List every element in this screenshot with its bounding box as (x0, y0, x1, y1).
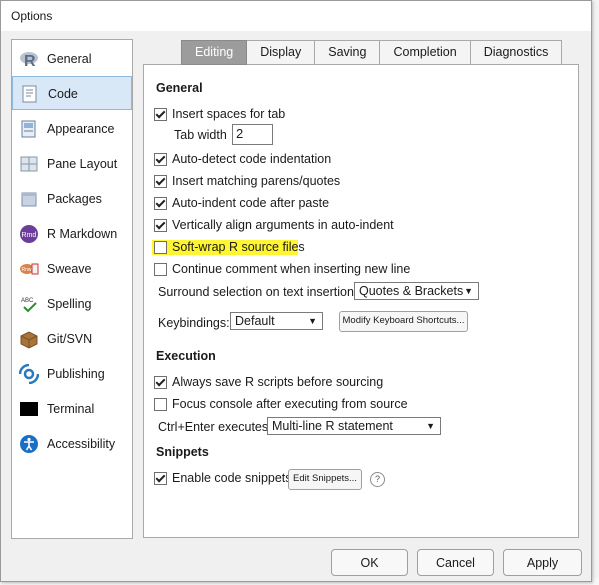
sidebar-item-terminal[interactable]: Terminal (12, 392, 132, 426)
general-heading: General (156, 81, 203, 95)
apply-button[interactable]: Apply (503, 549, 582, 576)
packages-icon (21, 192, 37, 207)
code-doc-icon (22, 85, 37, 103)
checkbox-box (154, 196, 167, 210)
tab-width-input[interactable]: 2 (232, 124, 273, 145)
sidebar-item-packages[interactable]: Packages (12, 182, 132, 216)
sidebar-item-appearance[interactable]: Appearance (12, 112, 132, 146)
execution-heading: Execution (156, 349, 216, 363)
checkbox-box (154, 375, 167, 389)
terminal-icon (20, 402, 38, 416)
surround-label: Surround selection on text insertion: (158, 285, 358, 299)
insert-matching-checkbox[interactable]: Insert matching parens/quotes (154, 173, 340, 189)
checkbox-box (154, 107, 167, 121)
auto-detect-checkbox[interactable]: Auto-detect code indentation (154, 151, 331, 167)
surround-select[interactable]: Quotes & Brackets ▼ (354, 282, 479, 300)
svg-text:R: R (24, 53, 36, 69)
tab-saving[interactable]: Saving (315, 40, 381, 65)
svg-text:Rnw: Rnw (22, 267, 32, 273)
sidebar-item-publishing[interactable]: Publishing (12, 357, 132, 391)
chevron-down-icon: ▼ (308, 316, 317, 326)
sidebar-item-git-svn[interactable]: Git/SVN (12, 322, 132, 356)
enable-snippets-checkbox[interactable]: Enable code snippets (154, 470, 292, 486)
checkbox-box (154, 262, 167, 276)
checkbox-box (154, 397, 167, 411)
tab-editing[interactable]: Editing (181, 40, 248, 65)
rmarkdown-icon: Rmd (20, 225, 38, 243)
chevron-down-icon: ▼ (464, 286, 473, 296)
sidebar: R General Code Appearance Pane Layout Pa… (11, 39, 133, 539)
pane-layout-icon (20, 156, 38, 172)
sidebar-item-sweave[interactable]: Rnw Sweave (12, 252, 132, 286)
r-logo-icon: R (20, 52, 38, 69)
tab-bar: Editing Display Saving Completion Diagno… (181, 40, 563, 65)
keybindings-select-value: Default (235, 314, 275, 328)
vertically-align-checkbox[interactable]: Vertically align arguments in auto-inden… (154, 217, 394, 233)
checkbox-box (154, 174, 167, 188)
window-title: Options (11, 9, 53, 23)
cancel-button[interactable]: Cancel (417, 549, 494, 576)
snippets-heading: Snippets (156, 445, 209, 459)
spelling-icon: ABC (21, 298, 37, 313)
appearance-icon (21, 120, 36, 138)
accessibility-icon (20, 435, 38, 453)
continue-comment-checkbox[interactable]: Continue comment when inserting new line (154, 261, 410, 277)
focus-console-checkbox[interactable]: Focus console after executing from sourc… (154, 396, 408, 412)
always-save-checkbox[interactable]: Always save R scripts before sourcing (154, 374, 383, 390)
tab-width-label: Tab width (174, 128, 227, 142)
checkbox-box (154, 240, 167, 254)
svg-text:Rmd: Rmd (22, 232, 37, 239)
tab-completion[interactable]: Completion (380, 40, 471, 65)
sidebar-item-pane-layout[interactable]: Pane Layout (12, 147, 132, 181)
publishing-icon (19, 364, 39, 384)
title-bar: Options (1, 1, 591, 31)
sidebar-item-code[interactable]: Code (12, 76, 132, 110)
chevron-down-icon: ▼ (426, 421, 435, 431)
tab-diagnostics[interactable]: Diagnostics (470, 40, 563, 65)
keybindings-label: Keybindings: (158, 316, 230, 330)
git-svn-icon (20, 331, 38, 349)
sweave-icon: Rnw (20, 263, 39, 275)
tab-display[interactable]: Display (247, 40, 316, 65)
sidebar-item-spelling[interactable]: ABC Spelling (12, 287, 132, 321)
insert-spaces-checkbox[interactable]: Insert spaces for tab (154, 106, 285, 122)
svg-text:ABC: ABC (21, 298, 34, 304)
checkbox-box (154, 218, 167, 232)
edit-snippets-button[interactable]: Edit Snippets... (288, 469, 362, 490)
ctrl-enter-label: Ctrl+Enter executes: (158, 420, 272, 434)
ctrl-enter-select[interactable]: Multi-line R statement ▼ (267, 417, 441, 435)
modify-keyboard-shortcuts-button[interactable]: Modify Keyboard Shortcuts... (339, 311, 468, 332)
checkbox-box (154, 471, 167, 485)
surround-select-value: Quotes & Brackets (359, 284, 464, 298)
sidebar-item-accessibility[interactable]: Accessibility (12, 427, 132, 461)
checkbox-box (154, 152, 167, 166)
sidebar-item-general[interactable]: R General (12, 42, 132, 76)
keybindings-select[interactable]: Default ▼ (230, 312, 323, 330)
help-icon[interactable]: ? (370, 472, 385, 487)
ctrl-enter-select-value: Multi-line R statement (272, 419, 393, 433)
soft-wrap-checkbox[interactable]: Soft-wrap R source files (154, 239, 305, 255)
auto-indent-checkbox[interactable]: Auto-indent code after paste (154, 195, 329, 211)
sidebar-item-r-markdown[interactable]: Rmd R Markdown (12, 217, 132, 251)
ok-button[interactable]: OK (331, 549, 408, 576)
